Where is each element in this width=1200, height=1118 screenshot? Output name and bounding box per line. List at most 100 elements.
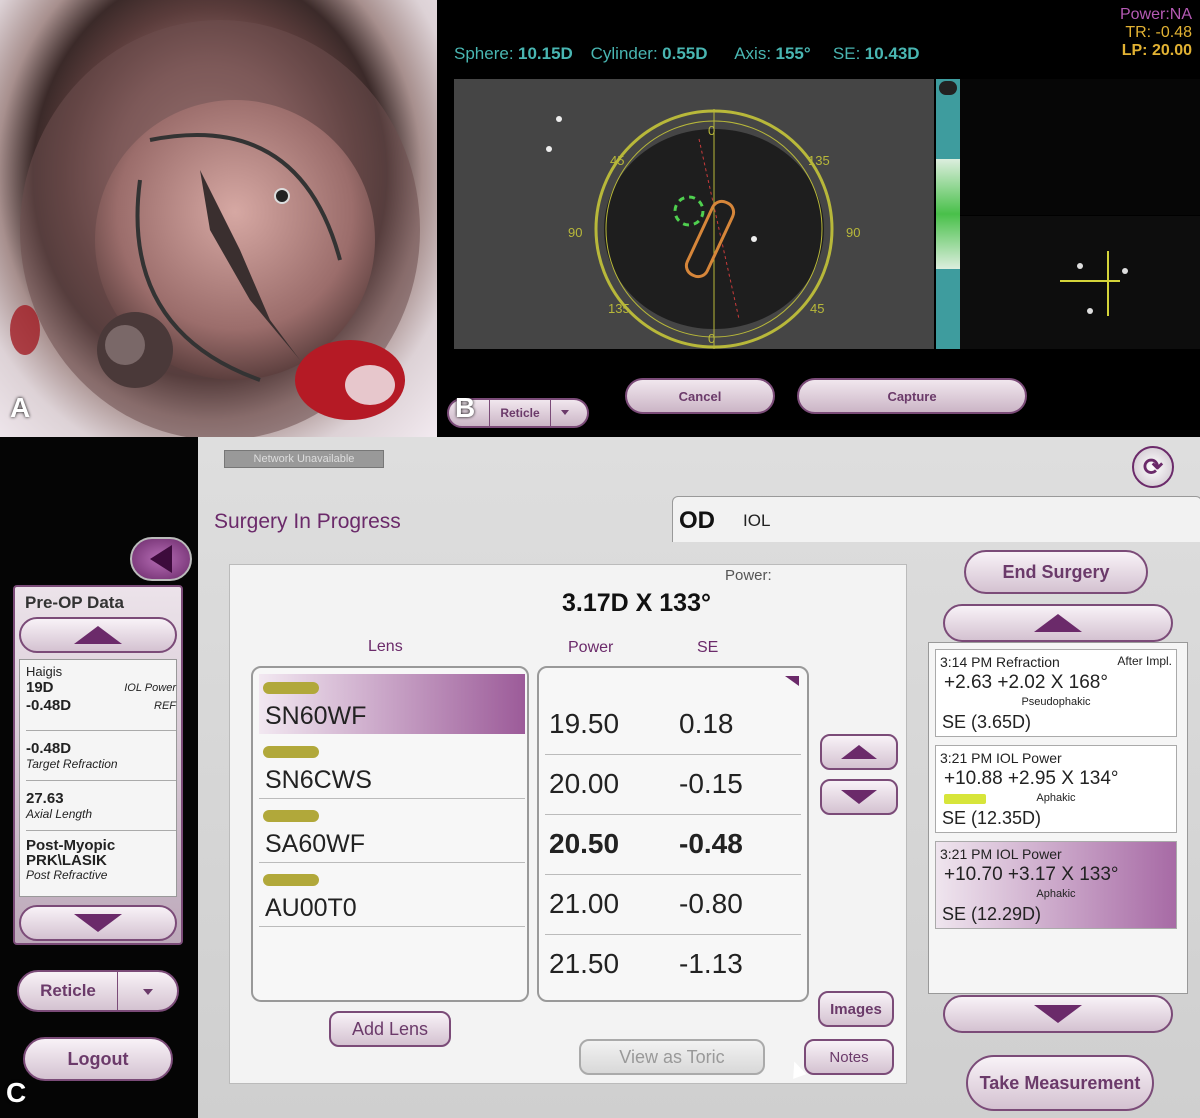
tick-label: 90 [846, 225, 861, 240]
se-cell: -1.13 [679, 948, 743, 979]
power-scroll-up-button[interactable] [820, 734, 898, 770]
measurement-row: Sphere: 10.15D Cylinder: 0.55D Axis: 155… [454, 44, 1054, 64]
tick-label: 45 [810, 301, 825, 316]
list-item-selected[interactable]: 3:21 PM IOL Power +10.70 +3.17 X 133° Ap… [935, 841, 1177, 929]
reticle-dropdown[interactable]: Reticle [17, 970, 179, 1012]
live-eye-view: 0 45 135 90 90 135 45 0 [454, 79, 934, 349]
crosshair-icon [1060, 251, 1128, 316]
arrow-down-icon [841, 790, 877, 804]
page-title: Surgery In Progress [214, 510, 401, 533]
tick-label: 90 [568, 225, 583, 240]
add-lens-button[interactable]: Add Lens [329, 1011, 451, 1047]
list-item[interactable]: 3:14 PM Refraction After Impl. +2.63 +2.… [935, 649, 1177, 737]
lens-list[interactable]: SN60WF SN6CWS SA60WF AU00T0 [251, 666, 529, 1002]
ref-value: -0.48D [26, 697, 72, 714]
history-status: Pseudophakic [1021, 696, 1091, 708]
table-row[interactable]: 19.50 0.18 [545, 694, 801, 755]
take-measurement-button[interactable]: Take Measurement [966, 1055, 1154, 1111]
reticle-dropdown-label[interactable]: Reticle [19, 972, 118, 1010]
list-item[interactable]: SA60WF [259, 802, 525, 863]
se-cell: -0.48 [679, 828, 743, 859]
alignment-cap [939, 81, 957, 95]
alignment-bar [936, 79, 960, 349]
preop-item-post: Post-Myopic PRK\LASIK Post Refractive [26, 838, 176, 894]
history-scroll-up-button[interactable] [943, 604, 1173, 642]
panel-letter-b: B [455, 392, 476, 423]
history-se: SE (3.65D) [942, 712, 1032, 732]
eye-photo [10, 20, 420, 437]
reticle-label[interactable]: Reticle [489, 400, 551, 426]
lens-color-bar [263, 682, 319, 694]
power-cell: 21.50 [549, 948, 620, 979]
eye-mode-label: IOL [743, 511, 771, 530]
preop-list[interactable]: Haigis 19D IOL Power -0.48D REF -0.48D T… [19, 659, 177, 897]
tick-label: 0 [708, 331, 716, 346]
list-item[interactable]: AU00T0 [259, 866, 525, 927]
preop-scroll-up-button[interactable] [19, 617, 177, 653]
measurement-history-list[interactable]: 3:14 PM Refraction After Impl. +2.63 +2.… [928, 642, 1188, 994]
lens-color-bar [263, 746, 319, 758]
view-as-toric-button[interactable]: View as Toric [579, 1039, 765, 1075]
se-value: 10.43D [864, 44, 920, 63]
list-item[interactable]: SN6CWS [259, 738, 525, 799]
lens-color-bar [263, 874, 319, 886]
eye-label: OD [679, 507, 715, 534]
chevron-down-icon[interactable] [143, 989, 153, 995]
power-list[interactable]: 19.50 0.18 20.00 -0.15 20.50 -0.48 21.00… [537, 666, 809, 1002]
history-time: 3:14 PM Refraction [940, 654, 1060, 670]
tick-label: 135 [608, 301, 630, 316]
table-row[interactable]: 21.50 -1.13 [545, 934, 801, 994]
list-item[interactable]: 3:21 PM IOL Power +10.88 +2.95 X 134° Ap… [935, 745, 1177, 833]
cancel-button[interactable]: Cancel [625, 378, 775, 414]
ref-label: REF [154, 700, 176, 712]
power-cell: 21.00 [549, 888, 620, 919]
lp-readout: LP: 20.00 [1121, 42, 1192, 59]
end-surgery-button[interactable]: End Surgery [964, 550, 1148, 594]
table-row[interactable]: 21.00 -0.80 [545, 874, 801, 935]
secondary-view-top [960, 79, 1200, 215]
formula-name: Haigis [26, 664, 63, 679]
tr-readout: TR: -0.48 [1125, 24, 1192, 41]
images-button[interactable]: Images [818, 991, 894, 1027]
capture-button[interactable]: Capture [797, 378, 1027, 414]
back-button[interactable] [130, 537, 192, 581]
se-cell: -0.80 [679, 888, 743, 919]
table-row[interactable]: 20.00 -0.15 [545, 754, 801, 815]
history-scroll-down-button[interactable] [943, 995, 1173, 1033]
history-tag: After Impl. [1117, 654, 1172, 668]
notes-button[interactable]: Notes [804, 1039, 894, 1075]
eye-tab[interactable]: OD IOL [672, 496, 1200, 542]
post-label: Post Refractive [26, 868, 108, 882]
sphere-value: 10.15D [518, 44, 573, 63]
power-scroll-down-button[interactable] [820, 779, 898, 815]
table-row-selected[interactable]: 20.50 -0.48 [545, 814, 801, 875]
se-cell: 0.18 [679, 708, 734, 739]
panel-letter-c: C [6, 1077, 27, 1108]
arrow-up-icon [74, 626, 122, 644]
refresh-icon[interactable]: ⟳ [1132, 446, 1174, 488]
lens-name: SN6CWS [265, 766, 372, 794]
cylinder-value: 0.55D [662, 44, 708, 63]
history-values: +2.63 +2.02 X 168° [944, 672, 1108, 693]
target-value: -0.48D [26, 740, 72, 757]
reticle-overlay [454, 79, 934, 349]
se-cell: -0.15 [679, 768, 743, 799]
preop-item-axial: 27.63 Axial Length [26, 786, 176, 831]
chevron-down-icon[interactable] [561, 410, 569, 415]
reticle-capture-panel: Power:NA TR: -0.48 LP: 20.00 Sphere: 10.… [437, 0, 1200, 437]
list-item[interactable]: SN60WF [259, 674, 525, 734]
sphere-label: Sphere: [454, 44, 514, 63]
se-label: SE: [832, 44, 861, 63]
iol-power-label: IOL Power [124, 682, 176, 694]
axial-value: 27.63 [26, 790, 64, 807]
arrow-down-icon [74, 914, 122, 932]
lens-selection-panel: Power: 3.17D X 133° Lens Power SE SN60WF… [229, 564, 907, 1084]
arrow-down-icon [1034, 1005, 1082, 1023]
logout-button[interactable]: Logout [23, 1037, 173, 1081]
history-values: +10.88 +2.95 X 134° [944, 768, 1119, 789]
network-status: Network Unavailable [224, 450, 384, 468]
preop-scroll-down-button[interactable] [19, 905, 177, 941]
back-arrow-icon [150, 545, 172, 573]
panel-letter-a: A [10, 392, 31, 423]
axial-label: Axial Length [26, 807, 93, 821]
